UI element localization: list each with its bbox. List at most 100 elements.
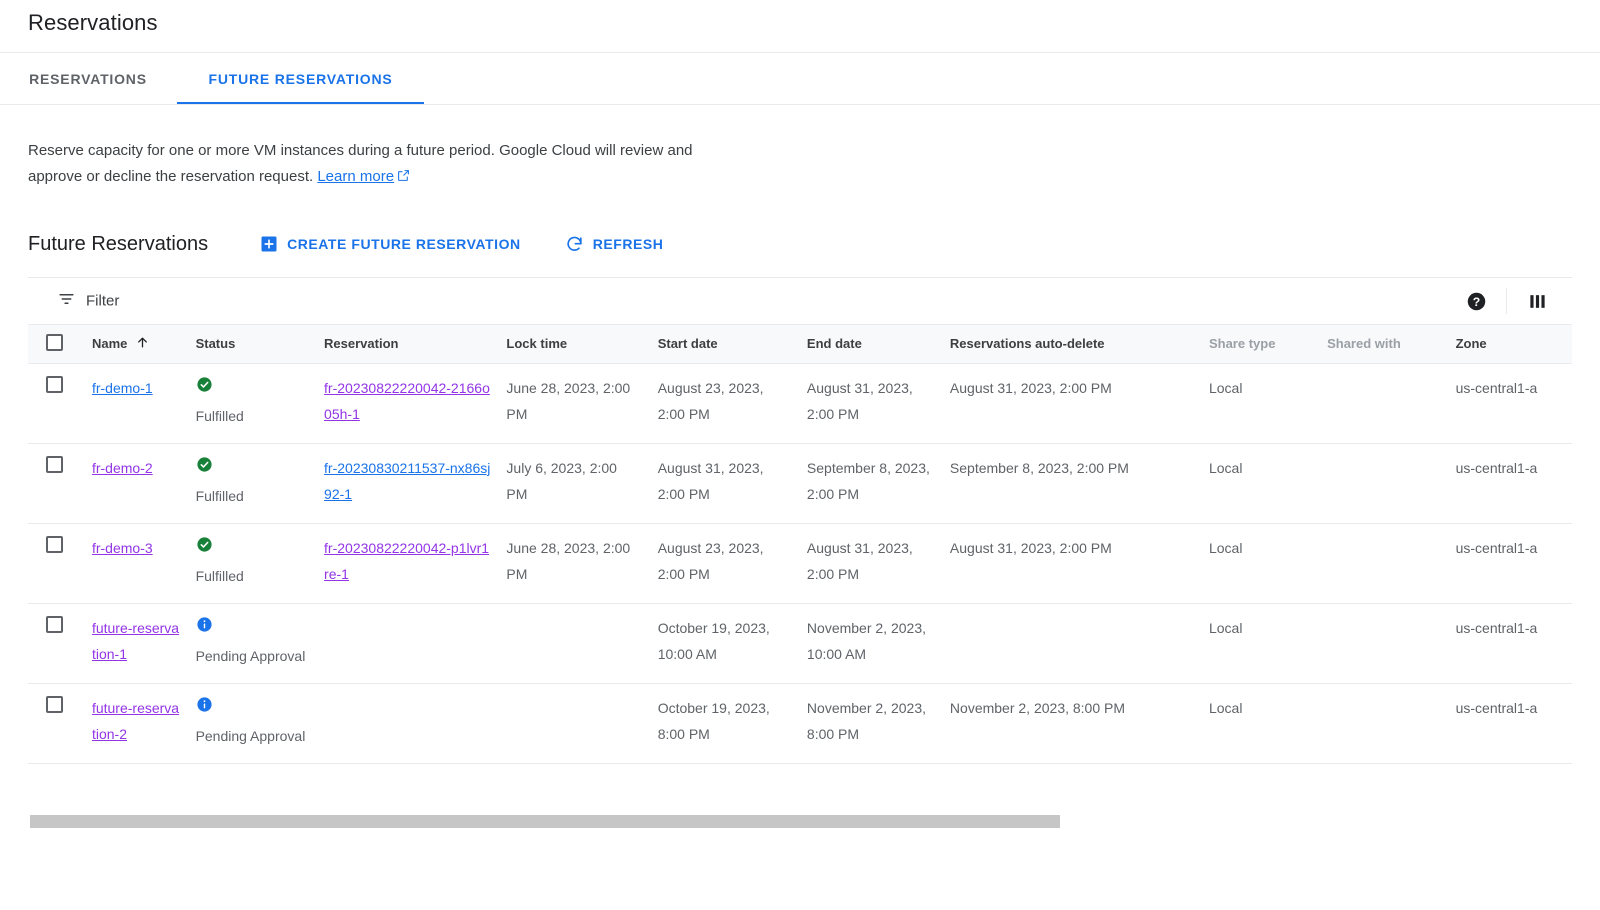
reservation-name-link[interactable]: fr-demo-2 [92,460,153,476]
status-cell: Fulfilled [187,363,317,444]
share-type-value: Local [1208,539,1243,556]
reservation-name-link[interactable]: future-reservation-2 [92,700,179,742]
row-checkbox[interactable] [46,375,63,393]
status-cell: Fulfilled [187,523,317,604]
row-select-cell [28,363,84,444]
row-select-cell [28,683,84,764]
reservation-cell [316,683,499,764]
start-date-value: October 19, 2023, 8:00 PM [657,699,770,742]
tab-reservations[interactable]: RESERVATIONS [8,53,168,105]
tab-future-reservations-label: FUTURE RESERVATIONS [208,71,393,87]
column-header-share-type[interactable]: Share type [1200,325,1320,364]
end-date-value: November 2, 2023, 8:00 PM [806,699,926,742]
column-header-status[interactable]: Status [187,325,317,364]
learn-more-label: Learn more [317,168,395,185]
zone-value: us-central1-a [1455,539,1538,556]
future-reservations-table: Name Status Reservation Lock time Start … [28,325,1572,764]
refresh-label: REFRESH [592,236,664,252]
refresh-icon [565,235,584,254]
shared-with-cell [1319,443,1448,524]
reservation-name-link[interactable]: future-reservation-1 [92,620,179,662]
zone-value: us-central1-a [1455,459,1538,476]
row-checkbox[interactable] [46,615,63,633]
start-date-cell: October 19, 2023, 8:00 PM [649,683,799,764]
name-cell: future-reservation-1 [83,603,188,684]
column-header-reservation[interactable]: Reservation [316,325,499,364]
reservations-table-scroll[interactable]: Name Status Reservation Lock time Start … [28,325,1572,810]
create-future-reservation-label: CREATE FUTURE RESERVATION [287,236,521,252]
add-box-icon [260,235,278,253]
column-header-select-all [28,325,84,364]
start-date-value: August 23, 2023, 2:00 PM [657,539,764,582]
row-checkbox[interactable] [46,695,63,713]
section-header: Future Reservations CREATE FUTURE RESERV… [28,228,707,260]
open-in-new-icon [397,165,410,191]
name-cell: future-reservation-2 [83,683,188,764]
reservation-name-link[interactable]: fr-demo-1 [92,380,153,396]
table-row[interactable]: future-reservation-1 Pending Approval Octo… [28,603,1572,684]
column-header-shared-with[interactable]: Shared with [1319,325,1448,364]
reservation-name-link[interactable]: fr-demo-3 [92,540,153,556]
zone-cell: us-central1-a [1447,363,1572,444]
auto-delete-value: September 8, 2023, 2:00 PM [949,459,1129,476]
horizontal-scrollbar[interactable] [28,813,1572,829]
table-row[interactable]: fr-demo-1 Fulfilled fr-20230822220042-2166… [28,363,1572,444]
table-row[interactable]: future-reservation-2 Pending Approval Octo… [28,683,1572,764]
lock-time-value: July 6, 2023, 2:00 PM [506,459,617,502]
table-header-row: Name Status Reservation Lock time Start … [28,325,1572,364]
start-date-cell: October 19, 2023, 10:00 AM [649,603,799,684]
refresh-button[interactable]: REFRESH [565,235,664,254]
reservation-id-link[interactable]: fr-20230822220042-p1lvr1re-1 [324,540,489,582]
column-header-auto-delete-label: Reservations auto-delete [949,336,1105,352]
lock-time-cell: July 6, 2023, 2:00 PM [498,443,650,524]
column-settings-icon[interactable] [1518,282,1556,320]
shared-with-cell [1319,523,1448,604]
filter-bar: Filter ? [28,278,1572,325]
zone-value: us-central1-a [1455,699,1538,716]
filter-bar-actions: ? [1457,282,1556,320]
column-header-shared-with-label: Shared with [1327,336,1401,352]
table-row[interactable]: fr-demo-3 Fulfilled fr-20230822220042-p1lv… [28,523,1572,604]
zone-value: us-central1-a [1455,619,1538,636]
tab-future-reservations[interactable]: FUTURE RESERVATIONS [177,53,424,105]
name-cell: fr-demo-2 [83,443,188,524]
column-header-lock-time[interactable]: Lock time [498,325,650,364]
share-type-cell: Local [1200,363,1320,444]
reservations-page: Reservations RESERVATIONS FUTURE RESERVA… [0,0,1600,910]
row-checkbox[interactable] [46,535,63,553]
row-select-cell [28,523,84,604]
learn-more-link[interactable]: Learn more [317,168,394,185]
reservation-id-link[interactable]: fr-20230822220042-2166o05h-1 [324,380,490,422]
end-date-cell: November 2, 2023, 10:00 AM [798,603,942,684]
start-date-value: August 23, 2023, 2:00 PM [657,379,764,422]
share-type-value: Local [1208,459,1243,476]
column-header-name[interactable]: Name [83,325,188,364]
row-select-cell [28,443,84,524]
row-checkbox[interactable] [46,455,63,473]
start-date-cell: August 31, 2023, 2:00 PM [649,443,799,524]
column-header-zone[interactable]: Zone [1447,325,1572,364]
start-date-cell: August 23, 2023, 2:00 PM [649,523,799,604]
zone-value: us-central1-a [1455,379,1538,396]
column-header-auto-delete[interactable]: Reservations auto-delete [941,325,1201,364]
end-date-cell: August 31, 2023, 2:00 PM [798,363,942,444]
select-all-checkbox[interactable] [46,333,63,351]
auto-delete-cell [941,603,1201,684]
table-row[interactable]: fr-demo-2 Fulfilled fr-20230830211537-nx86… [28,443,1572,524]
column-header-end-date[interactable]: End date [798,325,942,364]
page-description: Reserve capacity for one or more VM inst… [28,138,728,191]
help-icon[interactable]: ? [1457,282,1495,320]
create-future-reservation-button[interactable]: CREATE FUTURE RESERVATION [260,235,521,253]
filter-input[interactable]: Filter [58,291,119,312]
section-title: Future Reservations [28,232,209,255]
status-label: Fulfilled [195,567,244,584]
reservation-id-link[interactable]: fr-20230830211537-nx86sj92-1 [324,460,490,502]
name-cell: fr-demo-1 [83,363,188,444]
status-cell: Fulfilled [187,443,317,524]
status-label: Fulfilled [195,407,244,424]
share-type-value: Local [1208,619,1243,636]
reservation-cell: fr-20230822220042-p1lvr1re-1 [316,523,499,604]
lock-time-cell: June 28, 2023, 2:00 PM [498,523,650,604]
horizontal-scrollbar-thumb[interactable] [30,815,1060,828]
column-header-start-date[interactable]: Start date [649,325,799,364]
